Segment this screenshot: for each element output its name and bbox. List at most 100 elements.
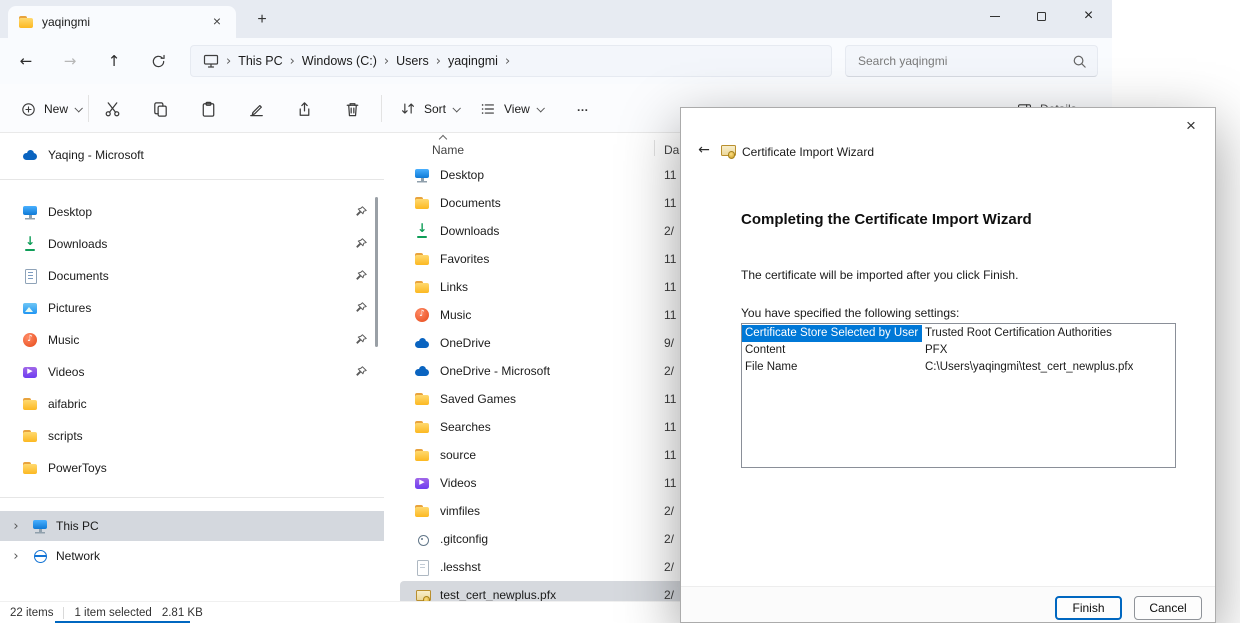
search-box (845, 45, 1098, 77)
file-name: Desktop (440, 168, 646, 182)
sidebar-scrollbar[interactable] (375, 197, 378, 347)
file-icon (414, 307, 430, 323)
delete-button[interactable] (333, 92, 371, 126)
name-column-header[interactable]: Name (432, 143, 464, 157)
dialog-close-button[interactable]: × (1175, 114, 1207, 138)
new-button[interactable]: New (10, 92, 91, 126)
sidebar-item-label: scripts (48, 429, 378, 443)
breadcrumb-chevron-icon: › (290, 54, 295, 69)
new-tab-button[interactable]: + (250, 9, 274, 33)
sidebar-separator (0, 497, 384, 498)
tab-title: yaqingmi (42, 15, 200, 29)
sidebar-item-label: Videos (48, 365, 378, 379)
sort-button[interactable]: Sort (390, 92, 468, 126)
maximize-button[interactable] (1018, 0, 1065, 32)
breadcrumb-item[interactable]: Users (396, 54, 429, 68)
sidebar-item-icon (22, 396, 38, 412)
file-icon (414, 335, 430, 351)
breadcrumb-item[interactable]: This PC (238, 54, 282, 68)
file-name: Downloads (440, 224, 646, 238)
dialog-back-button[interactable]: ← (693, 140, 715, 162)
breadcrumb-chevron-icon: › (226, 54, 231, 69)
sort-icon (399, 100, 417, 118)
rename-button[interactable] (237, 92, 275, 126)
settings-row[interactable]: Content PFX (742, 342, 1175, 359)
sort-ascending-icon (439, 135, 447, 143)
breadcrumb-chevron-icon: › (384, 54, 389, 69)
sidebar-item[interactable]: Downloads (6, 228, 378, 260)
refresh-button[interactable] (140, 44, 176, 78)
file-date: 2/ (664, 224, 674, 238)
settings-row[interactable]: File Name C:\Users\yaqingmi\test_cert_ne… (742, 359, 1175, 376)
file-date: 2/ (664, 532, 674, 546)
breadcrumb-item[interactable]: yaqingmi (448, 54, 498, 68)
finish-button[interactable]: Finish (1055, 596, 1122, 620)
setting-value: Trusted Root Certification Authorities (922, 325, 1112, 342)
file-icon (414, 475, 430, 491)
chevron-down-icon (452, 104, 460, 112)
share-icon (295, 100, 314, 119)
file-name: Music (440, 308, 646, 322)
file-name: OneDrive (440, 336, 646, 350)
expand-chevron-icon[interactable]: › (8, 549, 24, 564)
scissors-icon (103, 100, 122, 119)
settings-row[interactable]: Certificate Store Selected by User Trust… (742, 325, 1175, 342)
file-icon (414, 223, 430, 239)
share-button[interactable] (285, 92, 323, 126)
close-icon: × (1084, 8, 1093, 24)
file-icon (414, 363, 430, 379)
selection-count: 1 item selected (74, 607, 151, 619)
sidebar-item[interactable]: aifabric (6, 388, 378, 420)
file-date: 2/ (664, 560, 674, 574)
up-button[interactable]: ↑ (96, 44, 132, 78)
sidebar-item[interactable]: Desktop (6, 196, 378, 228)
sidebar-item[interactable]: Documents (6, 260, 378, 292)
cut-button[interactable] (93, 92, 131, 126)
file-icon (414, 531, 430, 547)
sidebar-separator (0, 179, 384, 180)
sidebar-item[interactable]: PowerToys (6, 452, 378, 484)
date-column-header[interactable]: Da (664, 143, 679, 157)
file-name: Favorites (440, 252, 646, 266)
cancel-button[interactable]: Cancel (1134, 596, 1202, 620)
column-divider[interactable] (654, 140, 655, 156)
breadcrumb-item[interactable]: Windows (C:) (302, 54, 377, 68)
tab-close-icon[interactable]: × (208, 13, 226, 31)
file-date: 11 (664, 252, 676, 266)
sidebar-tree-item[interactable]: › This PC (0, 511, 384, 541)
forward-button[interactable]: → (52, 44, 88, 78)
sidebar-item-label: Documents (48, 269, 378, 283)
close-button[interactable]: × (1065, 0, 1112, 32)
view-button[interactable]: View (470, 92, 552, 126)
file-date: 2/ (664, 364, 674, 378)
pin-icon (355, 365, 368, 381)
settings-label: You have specified the following setting… (741, 306, 959, 320)
back-button[interactable]: ← (8, 44, 44, 78)
pin-icon (355, 205, 368, 221)
file-name: test_cert_newplus.pfx (440, 588, 646, 602)
sidebar-item-icon (22, 236, 38, 252)
sidebar-item-onedrive-profile[interactable]: Yaqing - Microsoft (6, 141, 378, 169)
sidebar-item-label: Pictures (48, 301, 378, 315)
explorer-tab[interactable]: yaqingmi × (8, 6, 236, 38)
paste-button[interactable] (189, 92, 227, 126)
settings-listbox[interactable]: Certificate Store Selected by User Trust… (741, 323, 1176, 468)
sidebar-item[interactable]: Videos (6, 356, 378, 388)
more-options-button[interactable]: … (565, 92, 601, 126)
wizard-intro-text: The certificate will be imported after y… (741, 268, 1018, 282)
setting-value: C:\Users\yaqingmi\test_cert_newplus.pfx (922, 359, 1133, 376)
address-bar[interactable]: › This PC › Windows (C:) › Users › yaqin… (190, 45, 832, 77)
minimize-button[interactable] (971, 0, 1018, 32)
sidebar-tree-item[interactable]: › Network (0, 541, 384, 571)
file-icon (414, 559, 430, 575)
pin-icon (355, 237, 368, 253)
refresh-icon (151, 54, 166, 69)
view-button-label: View (504, 102, 530, 116)
sidebar-item[interactable]: Music (6, 324, 378, 356)
sidebar-item-label: aifabric (48, 397, 378, 411)
search-input[interactable] (858, 54, 1063, 68)
expand-chevron-icon[interactable]: › (8, 519, 24, 534)
copy-button[interactable] (141, 92, 179, 126)
sidebar-item[interactable]: Pictures (6, 292, 378, 324)
sidebar-item[interactable]: scripts (6, 420, 378, 452)
